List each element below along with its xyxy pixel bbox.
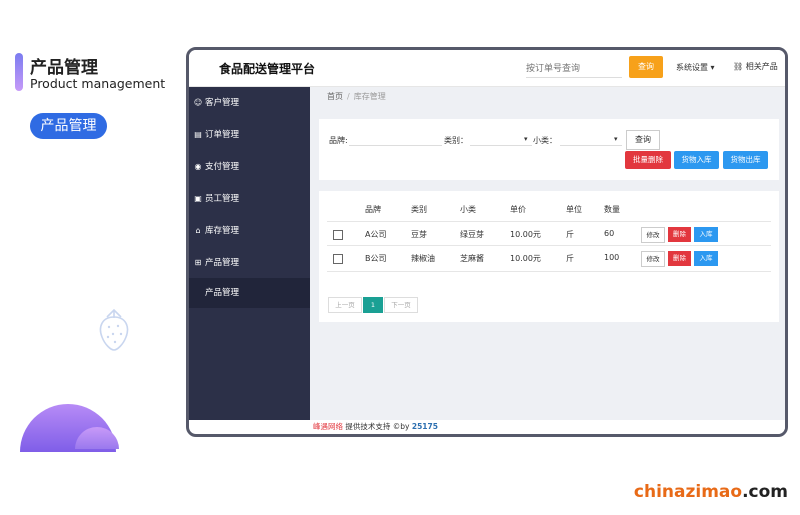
column-header-qty: 数量 <box>604 205 620 214</box>
category-label: 类别： <box>444 136 468 145</box>
divider <box>327 245 771 246</box>
app-title: 食品配送管理平台 <box>219 62 316 76</box>
stock-in-button[interactable]: 货物入库 <box>674 151 719 169</box>
breadcrumb: 首页 / 库存管理 <box>327 92 386 101</box>
column-header-unit: 单位 <box>566 205 582 214</box>
cell-qty: 60 <box>604 229 615 238</box>
cell-category: 豆芽 <box>411 230 427 239</box>
sidebar-item-orders[interactable]: ▤ 订单管理 <box>189 119 310 151</box>
promo-title: 产品管理 <box>30 58 98 78</box>
subcategory-select[interactable] <box>560 145 622 146</box>
subcategory-label: 小类： <box>533 136 557 145</box>
payment-icon: ◉ <box>194 162 202 171</box>
link-icon: ⛓ <box>733 62 746 71</box>
divider <box>327 221 771 222</box>
grid-icon: ⊞ <box>194 258 202 267</box>
pager-prev-button[interactable]: 上一页 <box>328 297 362 313</box>
cell-price: 10.00元 <box>510 230 541 239</box>
cell-brand: B公司 <box>365 254 387 263</box>
cell-price: 10.00元 <box>510 254 541 263</box>
cell-category: 辣椒油 <box>411 254 435 263</box>
user-icon: ☺ <box>193 98 203 107</box>
delete-button[interactable]: 删除 <box>668 227 691 242</box>
cell-subcategory: 绿豆芽 <box>460 230 484 239</box>
column-header-subcategory: 小类 <box>460 205 476 214</box>
row-checkbox[interactable] <box>333 230 343 240</box>
sidebar: ☺ 客户管理 ▤ 订单管理 ◉ 支付管理 ▣ 员工管理 ⌂ 库存管理 ⊞ 产品管理 产品管理 <box>189 87 310 420</box>
column-header-brand: 品牌 <box>365 205 381 214</box>
cell-unit: 斤 <box>566 230 574 239</box>
app-window: 食品配送管理平台 查询 系统设置 ▾ ⛓ 相关产品 ☺客户管理 ▤订单管理 ◉支… <box>186 47 788 437</box>
cell-subcategory: 芝麻酱 <box>460 254 484 263</box>
accent-bar <box>15 53 23 91</box>
column-header-category: 类别 <box>411 205 427 214</box>
column-header-price: 单价 <box>510 205 526 214</box>
breadcrumb-home[interactable]: 首页 <box>327 92 343 101</box>
footer-brand: 峰遇网络 <box>313 422 343 431</box>
sidebar-item-employees[interactable]: ▣ 员工管理 <box>189 183 310 215</box>
id-card-icon: ▣ <box>194 194 202 203</box>
brand-input[interactable] <box>349 145 442 146</box>
cell-qty: 100 <box>604 253 620 262</box>
brand-label: 品牌: <box>329 136 348 145</box>
footer-number: 25175 <box>411 422 438 431</box>
promo-pill: 产品管理 <box>30 113 107 139</box>
filter-panel: 品牌: 类别： ▾ 小类： ▾ 查询 批量删除 货物入库 货物出库 <box>319 119 779 180</box>
home-icon: ⌂ <box>195 226 201 235</box>
footer-text: 提供技术支持 ©by <box>343 422 412 431</box>
products-table: 品牌 类别 小类 单价 单位 数量 A公司 豆芽 绿豆芽 10.00元 斤 60… <box>319 191 779 322</box>
breadcrumb-current: 库存管理 <box>353 92 386 101</box>
divider <box>327 271 771 272</box>
top-bar: 食品配送管理平台 查询 系统设置 ▾ ⛓ 相关产品 <box>189 50 785 87</box>
document-icon: ▤ <box>194 130 202 139</box>
pager-page-1[interactable]: 1 <box>363 297 383 313</box>
filter-query-button[interactable]: 查询 <box>626 130 660 150</box>
delete-button[interactable]: 删除 <box>668 251 691 266</box>
main-content: 首页 / 库存管理 品牌: 类别： ▾ 小类： ▾ 查询 批量删除 货物入库 货物出… <box>310 87 785 420</box>
cell-unit: 斤 <box>566 254 574 263</box>
system-settings-menu[interactable]: 系统设置 ▾ <box>676 62 715 73</box>
category-select[interactable] <box>470 145 532 146</box>
strawberry-icon <box>99 308 129 351</box>
stock-out-button[interactable]: 货物出库 <box>723 151 768 169</box>
row-checkbox[interactable] <box>333 254 343 264</box>
sidebar-item-inventory[interactable]: ⌂ 库存管理 <box>189 215 310 247</box>
row-stock-in-button[interactable]: 入库 <box>694 227 718 242</box>
batch-delete-button[interactable]: 批量删除 <box>625 151 671 169</box>
sidebar-subitem-products[interactable]: 产品管理 <box>189 278 310 308</box>
site-watermark: chinazimao.com <box>633 482 788 502</box>
related-products-link[interactable]: ⛓ 相关产品 <box>733 61 778 72</box>
chevron-down-icon: ▾ <box>614 135 618 143</box>
edit-button[interactable]: 修改 <box>641 227 665 243</box>
order-search-input[interactable] <box>526 61 622 78</box>
promo-subtitle: Product management <box>30 76 166 91</box>
chevron-down-icon: ▾ <box>524 135 528 143</box>
pager-next-button[interactable]: 下一页 <box>384 297 418 313</box>
edit-button[interactable]: 修改 <box>641 251 665 267</box>
cell-brand: A公司 <box>365 230 387 239</box>
row-stock-in-button[interactable]: 入库 <box>694 251 718 266</box>
order-query-button[interactable]: 查询 <box>629 56 663 78</box>
footer: 峰遇网络 提供技术支持 ©by 25175 <box>310 420 785 434</box>
sidebar-item-payments[interactable]: ◉ 支付管理 <box>189 151 310 183</box>
sidebar-item-products[interactable]: ⊞ 产品管理 <box>189 247 310 279</box>
sidebar-item-customers[interactable]: ☺ 客户管理 <box>189 87 310 119</box>
